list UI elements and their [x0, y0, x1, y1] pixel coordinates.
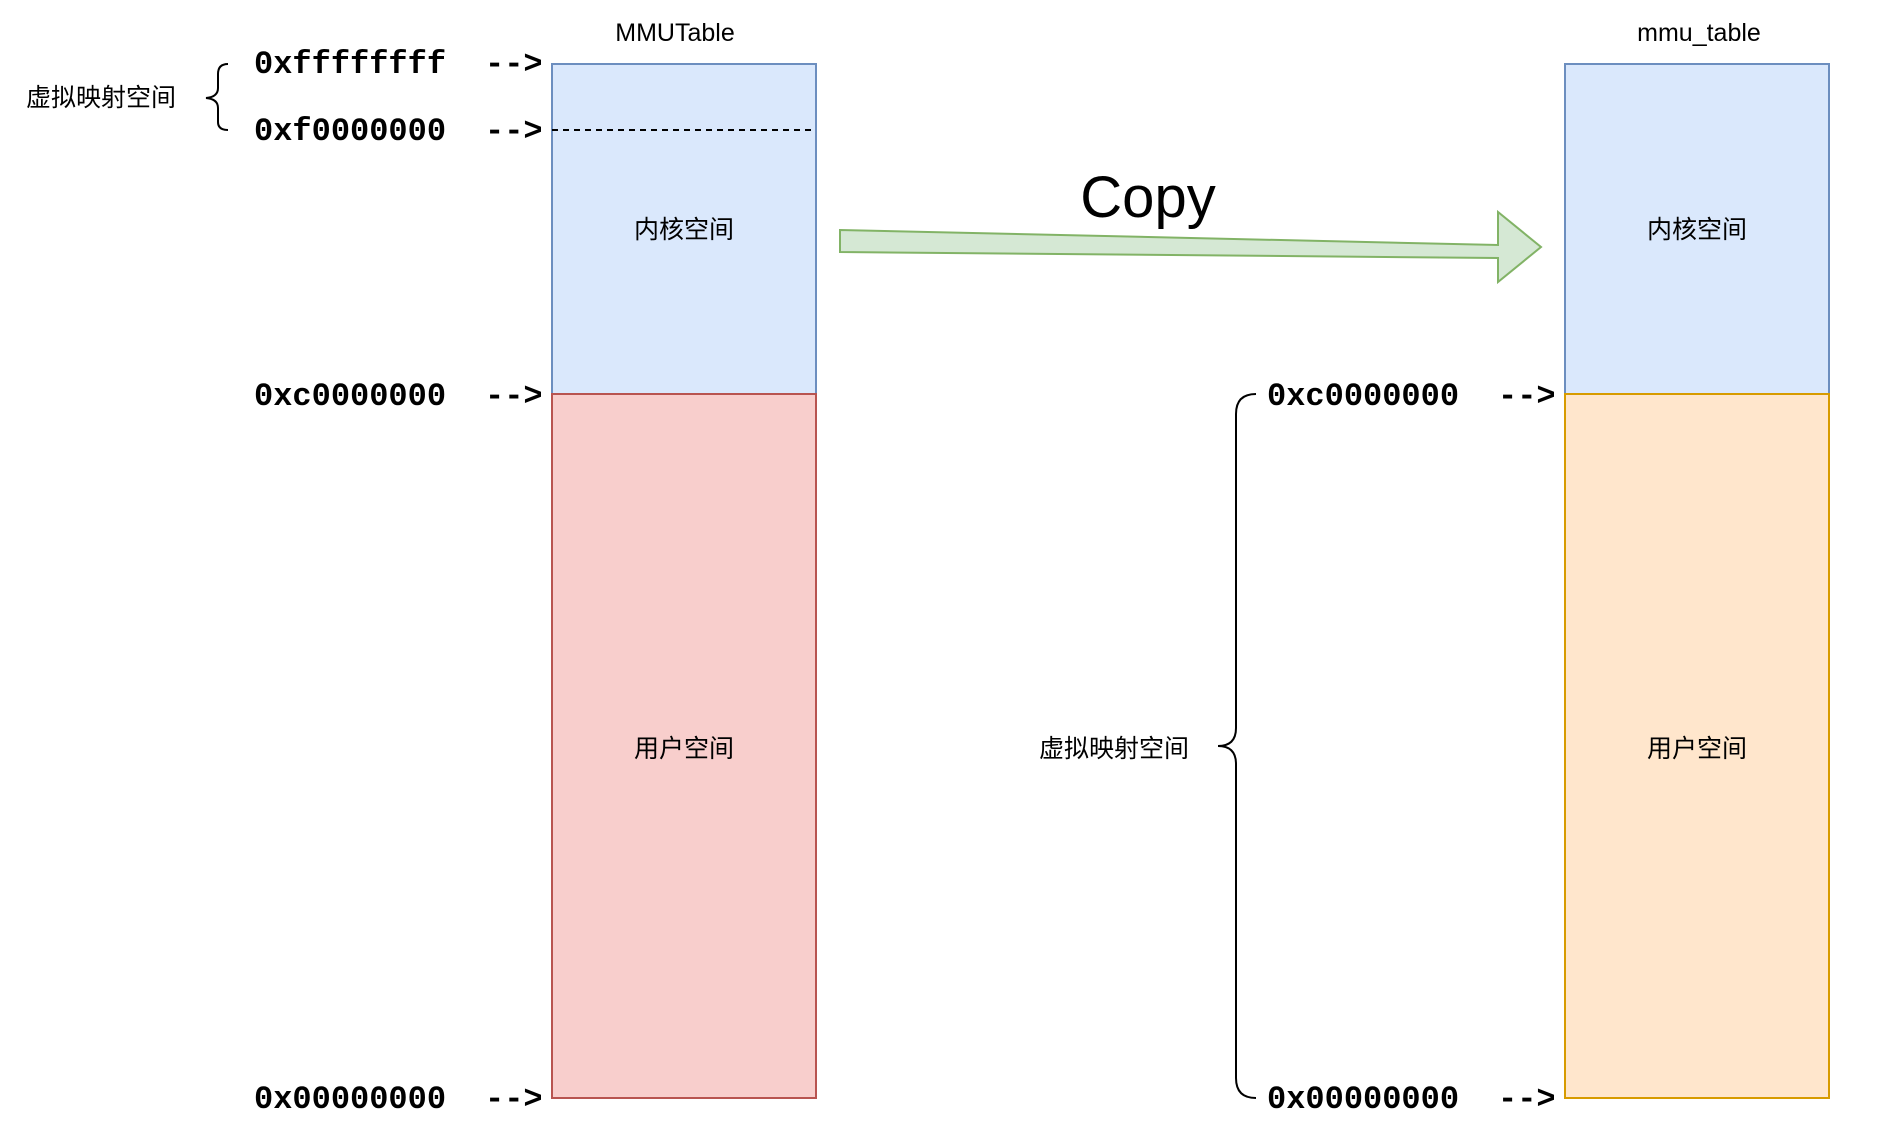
left-bracket-label: 虚拟映射空间	[26, 83, 176, 112]
right-pointer-bottom: -->	[1498, 1081, 1556, 1118]
right-curly-brace	[1217, 393, 1257, 1099]
left-pointer-bottom: -->	[485, 1081, 543, 1118]
left-pointer-mapped-start: -->	[485, 113, 543, 150]
left-pointer-kernel-start: -->	[485, 378, 543, 415]
right-kernel-space-label: 内核空间	[1647, 215, 1747, 244]
left-curly-brace	[205, 63, 229, 131]
right-address-bottom: 0x00000000	[1267, 1081, 1459, 1118]
right-pointer-kernel-start: -->	[1498, 378, 1556, 415]
left-user-space-label: 用户空间	[634, 734, 734, 763]
right-address-kernel-start: 0xc0000000	[1267, 378, 1459, 415]
left-pointer-top: -->	[485, 46, 543, 83]
left-address-bottom: 0x00000000	[254, 1081, 446, 1118]
left-kernel-space-label: 内核空间	[634, 215, 734, 244]
right-bracket-label: 虚拟映射空间	[1039, 734, 1189, 763]
right-user-space-label: 用户空间	[1647, 734, 1747, 763]
copy-label: Copy	[1080, 165, 1215, 230]
left-table-title: MMUTable	[615, 19, 734, 47]
left-address-top: 0xffffffff	[254, 46, 446, 83]
left-address-kernel-start: 0xc0000000	[254, 378, 446, 415]
left-address-mapped-start: 0xf0000000	[254, 113, 446, 150]
memory-mapping-diagram: MMUTable 内核空间 用户空间 0xffffffff --> 0xf000…	[26, 19, 1830, 1118]
right-table-title: mmu_table	[1637, 19, 1761, 47]
